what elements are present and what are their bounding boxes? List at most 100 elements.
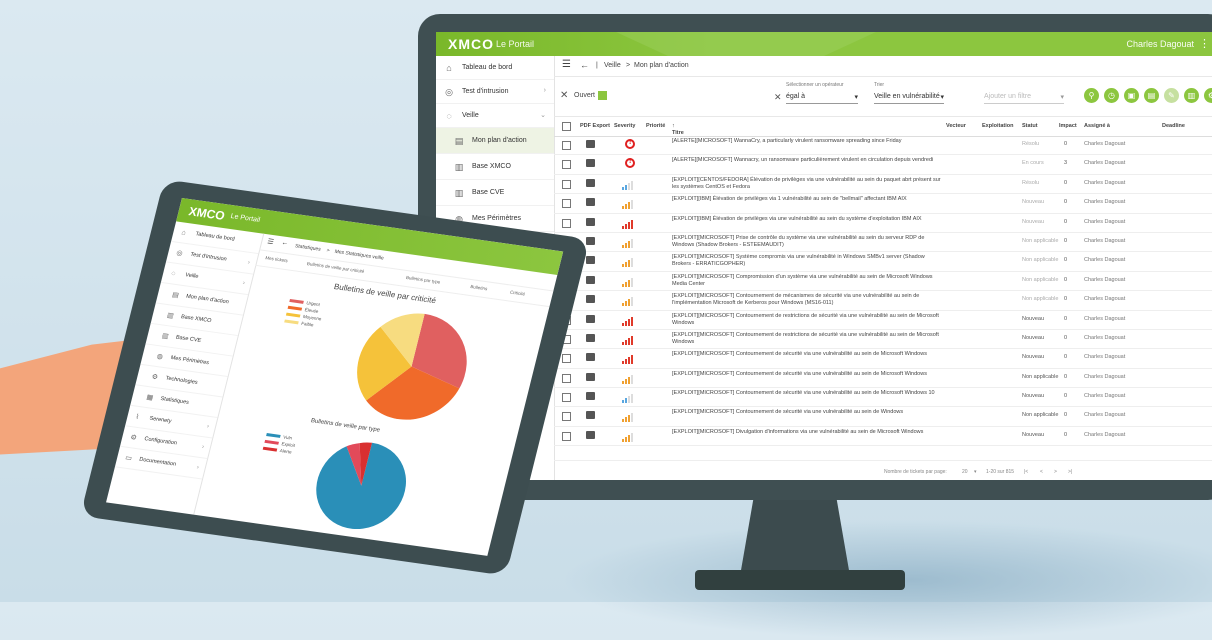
table-row[interactable]: [EXPLOIT][MICROSOFT] Compromission d'un … <box>554 272 1212 292</box>
tab-bulletins[interactable]: Bulletins <box>470 284 488 291</box>
ticket-title[interactable]: [EXPLOIT][MICROSOFT] Contournement de sé… <box>672 351 942 358</box>
pdf-export-icon[interactable] <box>586 217 595 226</box>
pdf-export-icon[interactable] <box>586 275 595 284</box>
ticket-title[interactable]: [ALERTE][MICROSOFT] WannaCry, a particul… <box>672 138 942 145</box>
pdf-export-icon[interactable] <box>586 353 595 362</box>
search-icon[interactable]: ⚲ <box>1084 88 1099 103</box>
col-assignee[interactable]: Assigné à <box>1084 123 1110 129</box>
ticket-title[interactable]: [ALERTE][MICROSOFT] Wannacry, un ransomw… <box>672 157 942 164</box>
row-checkbox[interactable] <box>562 141 571 150</box>
row-checkbox[interactable] <box>562 393 571 403</box>
export-icon[interactable]: ▤ <box>1144 88 1159 103</box>
clock-icon[interactable]: ◷ <box>1104 88 1119 103</box>
pdf-export-icon[interactable] <box>586 295 595 304</box>
ticket-title[interactable]: [EXPLOIT][MICROSOFT] Système compromis v… <box>672 254 942 268</box>
table-row[interactable]: [ALERTE][MICROSOFT] WannaCry, a particul… <box>554 136 1212 156</box>
table-row[interactable]: [EXPLOIT][MICROSOFT] Contournement de re… <box>554 311 1212 330</box>
sidebar-item[interactable]: ▥ Base CVE <box>436 180 554 206</box>
pdf-export-icon[interactable] <box>586 392 595 401</box>
row-checkbox[interactable] <box>562 160 571 170</box>
operator-select[interactable]: égal à ▾ <box>786 93 858 104</box>
ticket-title[interactable]: [EXPLOIT][MICROSOFT] Prise de contrôle d… <box>672 235 942 249</box>
pdf-export-icon[interactable] <box>586 411 595 420</box>
table-row[interactable]: [EXPLOIT][IBM] Élévation de privilèges v… <box>554 194 1212 214</box>
row-checkbox[interactable] <box>562 354 571 364</box>
pdf-export-icon[interactable] <box>586 236 595 245</box>
tab-criticity[interactable]: Criticité <box>509 290 525 297</box>
table-row[interactable]: [EXPLOIT][MICROSOFT] Contournement de sé… <box>554 388 1212 408</box>
save-icon[interactable]: ▣ <box>1124 88 1139 103</box>
row-checkbox[interactable] <box>562 431 571 441</box>
user-name[interactable]: Charles Dagouat <box>1126 39 1194 49</box>
tab-my-tickets[interactable]: Mes tickets <box>265 255 289 263</box>
pdf-export-icon[interactable] <box>586 430 595 439</box>
sidebar-item[interactable]: ⌂ Tableau de bord <box>436 56 554 80</box>
pdf-export-icon[interactable] <box>586 372 595 381</box>
back-arrow-icon[interactable]: ← <box>281 239 290 247</box>
chevron-down-icon[interactable]: ▾ <box>974 469 977 475</box>
col-priority[interactable]: Priorité <box>646 123 665 129</box>
last-page-icon[interactable]: >| <box>1068 469 1072 475</box>
table-row[interactable]: [EXPLOIT][MICROSOFT] Contournement de re… <box>554 330 1212 350</box>
table-row[interactable]: [EXPLOIT][MICROSOFT] Contournement de sé… <box>554 349 1212 369</box>
hamburger-icon[interactable]: ☰ <box>562 59 571 70</box>
table-row[interactable]: [EXPLOIT][MICROSOFT] Prise de contrôle d… <box>554 233 1212 253</box>
table-row[interactable]: [EXPLOIT][IBM] Élévation de privilèges v… <box>554 214 1212 233</box>
add-filter-input[interactable]: Ajouter un filtre ▾ <box>984 93 1064 104</box>
back-arrow-icon[interactable]: ← <box>580 60 589 70</box>
per-page-select[interactable]: 20 <box>962 469 968 475</box>
table-row[interactable]: [EXPLOIT][MICROSOFT] Contournement de mé… <box>554 291 1212 311</box>
sidebar-item[interactable]: ▤ Mon plan d'action <box>436 128 554 154</box>
ticket-title[interactable]: [EXPLOIT][MICROSOFT] Compromission d'un … <box>672 274 942 288</box>
clear-filter-icon[interactable]: ✕ <box>560 90 568 101</box>
col-title[interactable]: Titre ↑ <box>672 123 684 136</box>
tab-by-type[interactable]: Bulletins par type <box>405 275 440 285</box>
sidebar-item[interactable]: ◎ Test d'intrusion › <box>436 80 554 104</box>
row-checkbox[interactable] <box>562 218 571 228</box>
hamburger-icon[interactable]: ☰ <box>267 237 275 246</box>
sidebar-item[interactable]: ◌ Veille ⌄ <box>436 104 554 128</box>
pdf-export-icon[interactable] <box>586 314 595 323</box>
sort-select[interactable]: Veille en vulnérabilité ▾ <box>874 93 944 104</box>
ticket-title[interactable]: [EXPLOIT][CENTOS/FEDORA] Élévation de pr… <box>672 177 942 191</box>
col-severity[interactable]: Severity <box>614 123 635 129</box>
prev-page-icon[interactable]: < <box>1040 469 1043 475</box>
ticket-title[interactable]: [EXPLOIT][MICROSOFT] Contournement de re… <box>672 332 942 346</box>
row-checkbox[interactable] <box>562 373 571 383</box>
next-page-icon[interactable]: > <box>1054 469 1057 475</box>
row-checkbox[interactable] <box>562 412 571 422</box>
breadcrumb-veille[interactable]: Veille <box>604 62 621 69</box>
pdf-export-icon[interactable] <box>586 140 595 148</box>
col-deadline[interactable]: Deadline <box>1162 123 1185 129</box>
table-row[interactable]: [EXPLOIT][MICROSOFT] Système compromis v… <box>554 252 1212 272</box>
filter-chip-ouvert[interactable]: Ouvert <box>574 92 595 99</box>
settings-icon[interactable]: ⚙ <box>1204 88 1212 103</box>
pdf-export-icon[interactable] <box>586 333 595 342</box>
ticket-title[interactable]: [EXPLOIT][MICROSOFT] Divulgation d'infor… <box>672 429 942 436</box>
select-all-checkbox[interactable] <box>562 122 571 131</box>
clear-operator-icon[interactable]: ✕ <box>774 92 782 103</box>
pdf-export-icon[interactable] <box>586 159 595 168</box>
pdf-export-icon[interactable] <box>586 178 595 187</box>
col-impact[interactable]: Impact <box>1059 123 1077 129</box>
table-row[interactable]: [ALERTE][MICROSOFT] Wannacry, un ransomw… <box>554 155 1212 175</box>
first-page-icon[interactable]: |< <box>1024 469 1028 475</box>
ticket-title[interactable]: [EXPLOIT][IBM] Élévation de privilèges v… <box>672 216 942 223</box>
col-vector[interactable]: Vecteur <box>946 123 966 129</box>
edit-icon[interactable]: ✎ <box>1164 88 1179 103</box>
table-row[interactable]: [EXPLOIT][MICROSOFT] Contournement de sé… <box>554 369 1212 389</box>
col-status[interactable]: Statut <box>1022 123 1038 129</box>
col-pdf[interactable]: PDF Export <box>580 123 610 129</box>
document-icon[interactable]: ▥ <box>1184 88 1199 103</box>
table-row[interactable]: [EXPLOIT][CENTOS/FEDORA] Élévation de pr… <box>554 175 1212 195</box>
sidebar-item[interactable]: ▥ Base XMCO <box>436 154 554 180</box>
row-checkbox[interactable] <box>562 179 571 189</box>
breadcrumb-stats[interactable]: Statistiques <box>294 243 321 252</box>
ticket-title[interactable]: [EXPLOIT][IBM] Élévation de privilèges v… <box>672 196 942 203</box>
pdf-export-icon[interactable] <box>586 198 595 207</box>
menu-kebab-icon[interactable]: ⋮ <box>1199 37 1210 50</box>
ticket-title[interactable]: [EXPLOIT][MICROSOFT] Contournement de sé… <box>672 390 942 397</box>
table-row[interactable]: [EXPLOIT][MICROSOFT] Contournement de sé… <box>554 407 1212 427</box>
ticket-title[interactable]: [EXPLOIT][MICROSOFT] Contournement de mé… <box>672 293 942 307</box>
pdf-export-icon[interactable] <box>586 256 595 265</box>
